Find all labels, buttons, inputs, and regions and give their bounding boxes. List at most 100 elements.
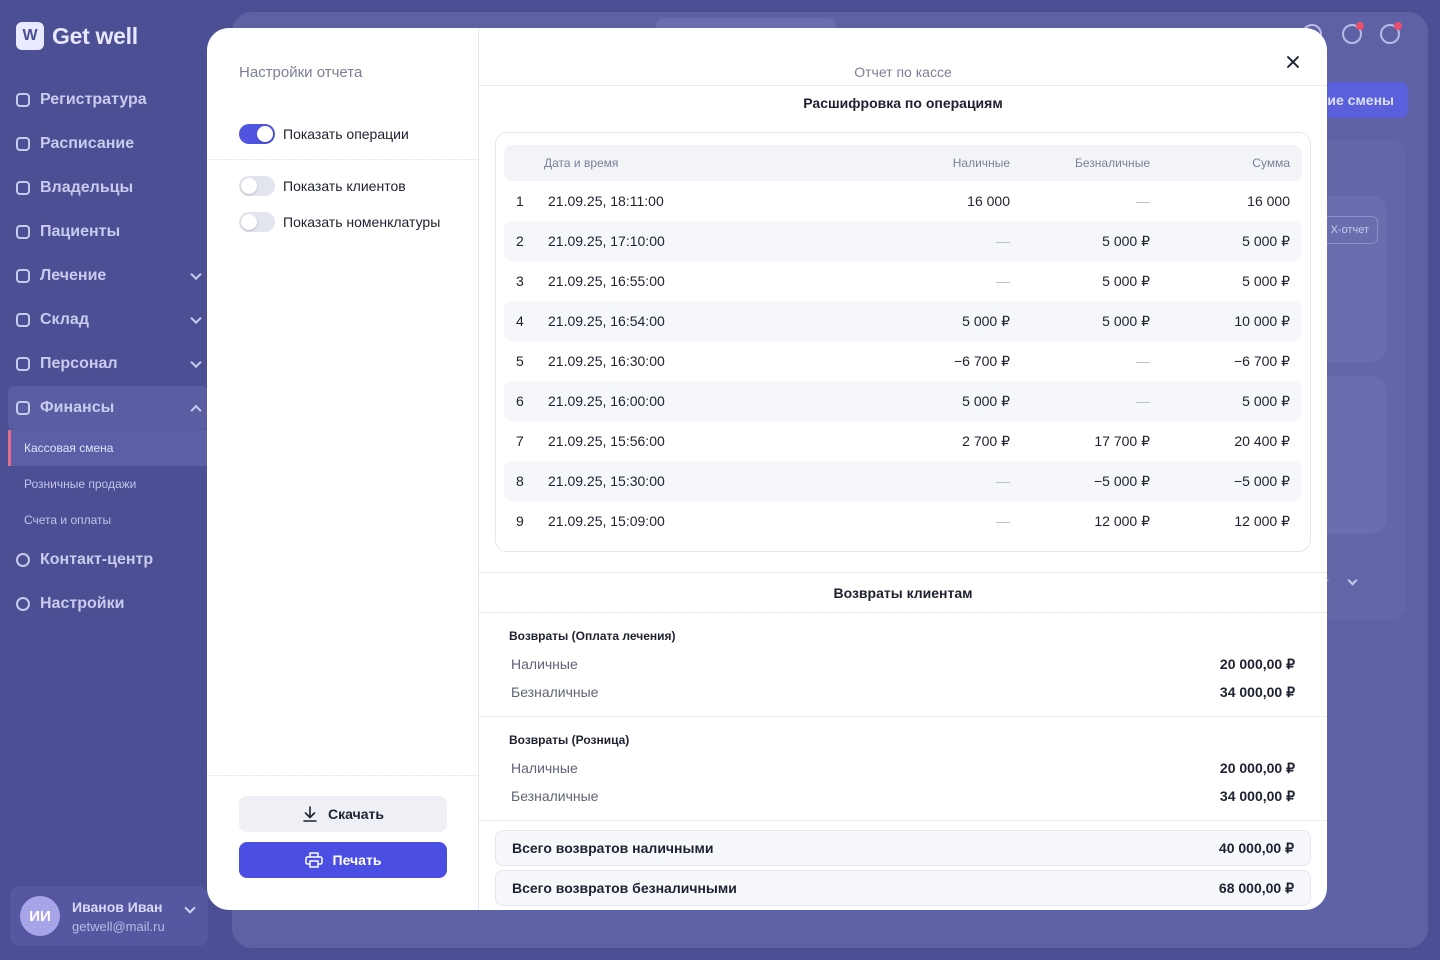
sub-item-retail[interactable]: Розничные продажи <box>8 466 208 502</box>
nav-label: Контакт-центр <box>40 551 154 568</box>
settings-title: Настройки отчета <box>239 64 363 81</box>
cell-cash: 16 000 <box>967 193 1010 209</box>
cell-num: 8 <box>516 473 524 489</box>
operations-table: Дата и время Наличные Безналичные Сумма … <box>495 132 1311 552</box>
total-label: Всего возвратов наличными <box>512 840 714 856</box>
user-name: Иванов Иван <box>72 898 163 915</box>
cell-date: 21.09.25, 16:55:00 <box>548 273 665 289</box>
col-card: Безналичные <box>1075 156 1150 170</box>
nav-item-schedule[interactable]: Расписание <box>8 122 208 166</box>
sub-item-invoices[interactable]: Счета и оплаты <box>8 502 208 538</box>
nav-item-contact-center[interactable]: Контакт-центр <box>8 538 208 582</box>
return-label: Наличные <box>511 656 578 672</box>
cell-sum: 12 000 ₽ <box>1234 512 1290 529</box>
cell-sum: 5 000 ₽ <box>1242 232 1290 249</box>
nav-item-treatment[interactable]: Лечение <box>8 254 208 298</box>
cell-date: 21.09.25, 17:10:00 <box>548 233 665 249</box>
nav-item-owners[interactable]: Владельцы <box>8 166 208 210</box>
nav-label: Настройки <box>40 595 125 612</box>
print-button[interactable]: Печать <box>239 842 447 878</box>
cell-sum: 20 400 ₽ <box>1234 432 1290 449</box>
chevron-up-icon <box>190 404 202 417</box>
returns-group-title: Возвраты (Оплата лечения) <box>509 629 676 643</box>
return-line-card: Безналичные 34 000,00 ₽ <box>511 684 1295 701</box>
return-label: Безналичные <box>511 684 599 700</box>
nav-label: Расписание <box>40 135 135 152</box>
toggle-row-nomenclature[interactable]: Показать номенклатуры <box>239 212 440 232</box>
total-card-returns: Всего возвратов безналичными 68 000,00 ₽ <box>495 870 1311 906</box>
close-icon[interactable] <box>1281 50 1305 74</box>
nav-label: Склад <box>40 311 89 328</box>
col-sum: Сумма <box>1252 156 1290 170</box>
table-row: 3 21.09.25, 16:55:00 — 5 000 ₽ 5 000 ₽ <box>504 261 1302 301</box>
toggle-label: Показать клиентов <box>283 178 406 194</box>
table-row: 8 21.09.25, 15:30:00 — −5 000 ₽ −5 000 ₽ <box>504 461 1302 501</box>
user-card[interactable]: ИИ Иванов Иван getwell@mail.ru <box>10 886 208 946</box>
printer-icon <box>304 852 323 868</box>
toggle-row-clients[interactable]: Показать клиентов <box>239 176 406 196</box>
chevron-down-icon <box>190 268 202 281</box>
logo[interactable]: W Get well <box>16 22 138 50</box>
support-icon[interactable] <box>1380 22 1402 44</box>
sub-item-cash-shift[interactable]: Кассовая смена <box>8 430 208 466</box>
table-row: 9 21.09.25, 15:09:00 — 12 000 ₽ 12 000 ₽ <box>504 501 1302 541</box>
cell-cash: — <box>996 233 1010 249</box>
total-cash-returns: Всего возвратов наличными 40 000,00 ₽ <box>495 830 1311 866</box>
cell-num: 1 <box>516 193 524 209</box>
cell-num: 7 <box>516 433 524 449</box>
logo-mark-icon: W <box>16 22 44 50</box>
cell-cash: 2 700 ₽ <box>962 432 1010 449</box>
cell-card: 5 000 ₽ <box>1102 272 1150 289</box>
cell-sum: −5 000 ₽ <box>1233 472 1290 489</box>
total-value: 40 000,00 ₽ <box>1218 839 1294 856</box>
ops-section-title: Расшифровка по операциям <box>803 95 1003 111</box>
toggle-switch[interactable] <box>239 124 275 144</box>
nav-item-settings[interactable]: Настройки <box>8 582 208 626</box>
nav-label: Владельцы <box>40 179 134 196</box>
cell-cash: 5 000 ₽ <box>962 312 1010 329</box>
return-line-card: Безналичные 34 000,00 ₽ <box>511 788 1295 805</box>
toggle-switch[interactable] <box>239 176 275 196</box>
notification-dot <box>1394 22 1402 30</box>
plus-icon <box>16 269 30 283</box>
divider <box>479 612 1327 613</box>
total-label: Всего возвратов безналичными <box>512 880 737 896</box>
gear-icon <box>16 597 30 611</box>
table-row: 5 21.09.25, 16:30:00 −6 700 ₽ — −6 700 ₽ <box>504 341 1302 381</box>
download-button[interactable]: Скачать <box>239 796 447 832</box>
cell-card: 12 000 ₽ <box>1094 512 1150 529</box>
toggle-switch[interactable] <box>239 212 275 232</box>
nav-item-registry[interactable]: Регистратура <box>8 78 208 122</box>
return-value: 20 000,00 ₽ <box>1219 760 1295 776</box>
return-value: 34 000,00 ₽ <box>1219 788 1295 804</box>
chevron-down-icon[interactable] <box>184 902 196 914</box>
logo-text: Get well <box>52 22 138 49</box>
chevron-down-icon <box>1347 575 1358 585</box>
cell-cash: — <box>996 273 1010 289</box>
divider <box>479 572 1327 573</box>
notification-dot <box>1356 22 1364 30</box>
print-label: Печать <box>332 852 382 868</box>
cell-date: 21.09.25, 15:09:00 <box>548 513 665 529</box>
chevron-down-icon <box>190 312 202 325</box>
return-label: Безналичные <box>511 788 599 804</box>
returns-section-title: Возвраты клиентам <box>833 585 973 601</box>
cell-date: 21.09.25, 18:11:00 <box>548 193 664 209</box>
nav-item-finance[interactable]: Финансы <box>8 386 208 430</box>
cell-cash: — <box>996 473 1010 489</box>
chat-icon <box>16 553 30 567</box>
cell-card: 5 000 ₽ <box>1102 232 1150 249</box>
app-sidebar: W Get well Регистратура Расписание Владе… <box>0 0 220 960</box>
toggle-row-operations[interactable]: Показать операции <box>239 124 409 144</box>
return-label: Наличные <box>511 760 578 776</box>
box-icon <box>16 313 30 327</box>
toggle-label: Показать номенклатуры <box>283 214 441 230</box>
nav-item-staff[interactable]: Персонал <box>8 342 208 386</box>
nav-item-warehouse[interactable]: Склад <box>8 298 208 342</box>
x-report-button[interactable]: Х-отчет <box>1318 216 1378 244</box>
cell-num: 5 <box>516 353 524 369</box>
return-value: 34 000,00 ₽ <box>1219 684 1295 700</box>
toggle-knob <box>241 214 257 230</box>
bell-icon[interactable] <box>1342 22 1364 44</box>
nav-item-patients[interactable]: Пациенты <box>8 210 208 254</box>
